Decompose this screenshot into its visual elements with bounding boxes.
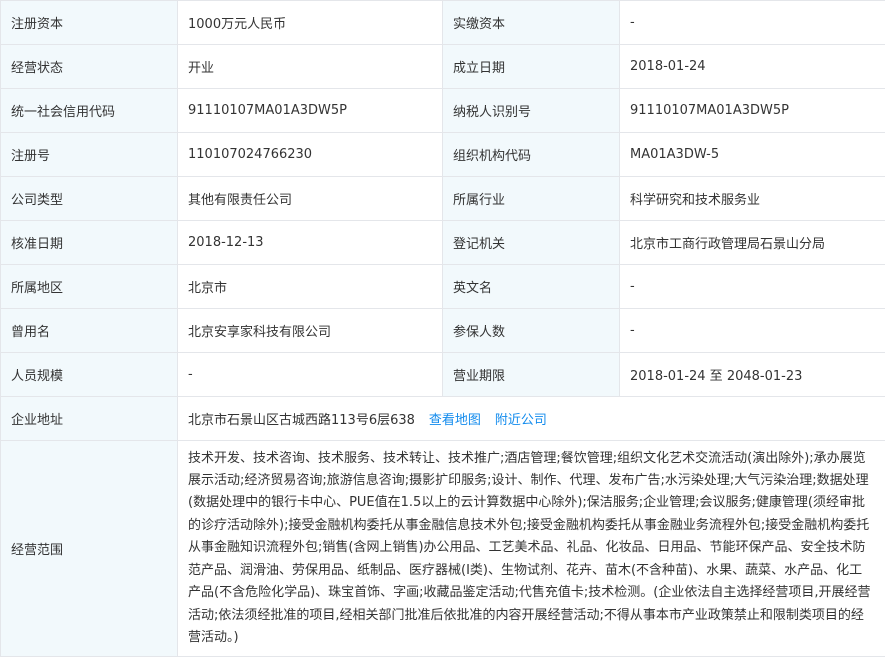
registered-capital-value: 1000万元人民币 <box>178 1 443 45</box>
table-row: 所属地区 北京市 英文名 - <box>1 265 885 309</box>
table-row: 经营范围 技术开发、技术咨询、技术服务、技术转让、技术推广;酒店管理;餐饮管理;… <box>1 441 885 657</box>
business-scope-label: 经营范围 <box>1 441 178 657</box>
registered-capital-label: 注册资本 <box>1 1 178 45</box>
paid-in-capital-label: 实缴资本 <box>443 1 620 45</box>
established-date-value: 2018-01-24 <box>620 45 885 89</box>
credit-code-label: 统一社会信用代码 <box>1 89 178 133</box>
operating-status-value: 开业 <box>178 45 443 89</box>
region-value: 北京市 <box>178 265 443 309</box>
business-term-value: 2018-01-24 至 2048-01-23 <box>620 353 885 397</box>
insured-count-label: 参保人数 <box>443 309 620 353</box>
industry-label: 所属行业 <box>443 177 620 221</box>
view-map-link[interactable]: 查看地图 <box>429 413 481 428</box>
address-label: 企业地址 <box>1 397 178 441</box>
business-scope-text: 技术开发、技术咨询、技术服务、技术转让、技术推广;酒店管理;餐饮管理;组织文化艺… <box>188 444 875 654</box>
staff-size-label: 人员规模 <box>1 353 178 397</box>
operating-status-label: 经营状态 <box>1 45 178 89</box>
english-name-value: - <box>620 265 885 309</box>
insured-count-value: - <box>620 309 885 353</box>
taxpayer-id-label: 纳税人识别号 <box>443 89 620 133</box>
approval-date-label: 核准日期 <box>1 221 178 265</box>
table-row: 统一社会信用代码 91110107MA01A3DW5P 纳税人识别号 91110… <box>1 89 885 133</box>
region-label: 所属地区 <box>1 265 178 309</box>
approval-date-value: 2018-12-13 <box>178 221 443 265</box>
established-date-label: 成立日期 <box>443 45 620 89</box>
paid-in-capital-value: - <box>620 1 885 45</box>
organization-code-value: MA01A3DW-5 <box>620 133 885 177</box>
staff-size-value: - <box>178 353 443 397</box>
company-type-value: 其他有限责任公司 <box>178 177 443 221</box>
table-row: 人员规模 - 营业期限 2018-01-24 至 2048-01-23 <box>1 353 885 397</box>
address-cell: 北京市石景山区古城西路113号6层638 查看地图附近公司 <box>178 397 885 441</box>
industry-value: 科学研究和技术服务业 <box>620 177 885 221</box>
registration-authority-label: 登记机关 <box>443 221 620 265</box>
company-info-table: 注册资本 1000万元人民币 实缴资本 - 经营状态 开业 成立日期 2018-… <box>0 0 885 657</box>
registration-number-label: 注册号 <box>1 133 178 177</box>
former-name-label: 曾用名 <box>1 309 178 353</box>
table-row: 公司类型 其他有限责任公司 所属行业 科学研究和技术服务业 <box>1 177 885 221</box>
table-row: 注册资本 1000万元人民币 实缴资本 - <box>1 1 885 45</box>
table-row: 核准日期 2018-12-13 登记机关 北京市工商行政管理局石景山分局 <box>1 221 885 265</box>
company-info-body: 注册资本 1000万元人民币 实缴资本 - 经营状态 开业 成立日期 2018-… <box>1 1 885 657</box>
taxpayer-id-value: 91110107MA01A3DW5P <box>620 89 885 133</box>
organization-code-label: 组织机构代码 <box>443 133 620 177</box>
table-row: 注册号 110107024766230 组织机构代码 MA01A3DW-5 <box>1 133 885 177</box>
credit-code-value: 91110107MA01A3DW5P <box>178 89 443 133</box>
registration-number-value: 110107024766230 <box>178 133 443 177</box>
company-type-label: 公司类型 <box>1 177 178 221</box>
table-row: 曾用名 北京安享家科技有限公司 参保人数 - <box>1 309 885 353</box>
business-scope-cell: 技术开发、技术咨询、技术服务、技术转让、技术推广;酒店管理;餐饮管理;组织文化艺… <box>178 441 885 657</box>
registration-authority-value: 北京市工商行政管理局石景山分局 <box>620 221 885 265</box>
table-row: 企业地址 北京市石景山区古城西路113号6层638 查看地图附近公司 <box>1 397 885 441</box>
nearby-companies-link[interactable]: 附近公司 <box>495 413 547 428</box>
former-name-value: 北京安享家科技有限公司 <box>178 309 443 353</box>
address-value: 北京市石景山区古城西路113号6层638 <box>188 413 415 428</box>
english-name-label: 英文名 <box>443 265 620 309</box>
business-term-label: 营业期限 <box>443 353 620 397</box>
table-row: 经营状态 开业 成立日期 2018-01-24 <box>1 45 885 89</box>
